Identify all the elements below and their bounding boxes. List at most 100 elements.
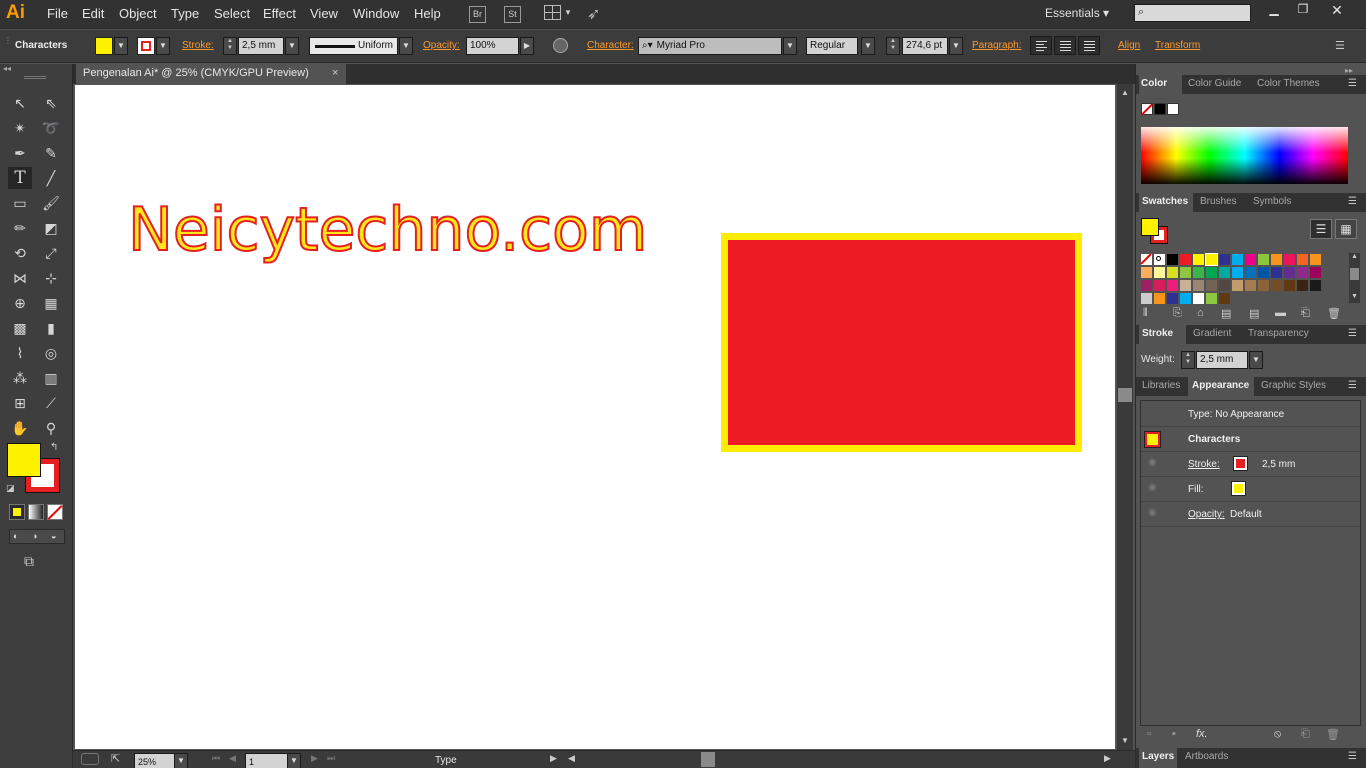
none-mode-button[interactable]: [47, 504, 63, 520]
color-swatch[interactable]: [1180, 280, 1191, 291]
font-size-stepper[interactable]: ▲ ▼: [886, 37, 900, 55]
opacity-label[interactable]: Opacity:: [423, 40, 460, 51]
fill-dropdown[interactable]: ▼: [114, 37, 128, 55]
shape-builder-tool-icon[interactable]: ⊕: [8, 292, 32, 314]
last-artboard-icon[interactable]: ⏭: [327, 753, 335, 764]
add-stroke-icon[interactable]: ▫: [1147, 728, 1151, 740]
color-swatch[interactable]: [1193, 267, 1204, 278]
swatch-libraries-icon[interactable]: ⫴: [1143, 307, 1148, 320]
menu-help[interactable]: Help: [414, 6, 441, 21]
draw-behind-icon[interactable]: ◑: [32, 531, 37, 541]
color-swatch[interactable]: [1193, 293, 1204, 304]
eyedropper-tool-icon[interactable]: ⌇: [8, 342, 32, 364]
color-panel-menu-icon[interactable]: ☰: [1348, 78, 1358, 89]
tab-graphic-styles[interactable]: Graphic Styles: [1261, 380, 1343, 391]
vertical-scrollbar[interactable]: ▲ ▼: [1117, 84, 1133, 750]
tab-layers[interactable]: Layers: [1142, 751, 1174, 762]
default-fill-stroke-icon[interactable]: ◪: [6, 483, 15, 494]
color-swatch[interactable]: [1310, 254, 1321, 265]
color-swatch[interactable]: [1232, 280, 1243, 291]
menu-view[interactable]: View: [310, 6, 338, 21]
lasso-tool-icon[interactable]: ➰: [39, 117, 63, 139]
zoom-dropdown[interactable]: ▼: [174, 753, 188, 768]
zoom-field[interactable]: 25%: [134, 753, 176, 768]
gpu-performance-icon[interactable]: ➶: [587, 4, 600, 24]
font-family-field[interactable]: ⌕▾ Myriad Pro: [638, 37, 782, 55]
transform-link[interactable]: Transform: [1155, 40, 1200, 51]
rectangle-tool-icon[interactable]: ▭: [8, 192, 32, 214]
stroke-label[interactable]: Stroke:: [182, 40, 214, 51]
width-tool-icon[interactable]: ⋈: [8, 267, 32, 289]
color-swatch[interactable]: [1271, 254, 1282, 265]
curvature-tool-icon[interactable]: ✎: [39, 142, 63, 164]
color-swatch[interactable]: [1232, 254, 1243, 265]
tab-color[interactable]: Color: [1141, 78, 1167, 89]
black-swatch[interactable]: [1154, 103, 1166, 115]
menu-object[interactable]: Object: [119, 6, 157, 21]
appearance-row-type[interactable]: Type: No Appearance: [1141, 402, 1360, 427]
eye-icon[interactable]: ◉: [1148, 457, 1157, 468]
weight-field[interactable]: 2,5 mm: [1196, 351, 1248, 369]
swatch-grid[interactable]: [1140, 253, 1347, 304]
scroll-up-icon[interactable]: ▲: [1351, 253, 1358, 260]
appearance-row-fill[interactable]: ◉ Fill:: [1141, 477, 1360, 502]
color-swatch[interactable]: [1297, 267, 1308, 278]
swatch-fill-indicator[interactable]: [1141, 218, 1159, 236]
workspace-switcher[interactable]: Essentials ▾: [1045, 6, 1109, 20]
gradient-mode-button[interactable]: [28, 504, 44, 520]
scroll-left-icon[interactable]: ◀: [568, 753, 575, 764]
eraser-tool-icon[interactable]: ◩: [39, 217, 63, 239]
color-swatch[interactable]: [1180, 293, 1191, 304]
mesh-tool-icon[interactable]: ▩: [8, 317, 32, 339]
color-swatch[interactable]: [1284, 254, 1295, 265]
color-swatch[interactable]: [1154, 280, 1165, 291]
color-swatch[interactable]: [1193, 280, 1204, 291]
slice-tool-icon[interactable]: ⟋: [39, 392, 63, 414]
add-fill-icon[interactable]: ▪: [1172, 728, 1176, 740]
pencil-tool-icon[interactable]: ✏: [8, 217, 32, 239]
minimize-button[interactable]: ▁: [1263, 2, 1285, 20]
color-swatch[interactable]: [1180, 267, 1191, 278]
vertical-scroll-thumb[interactable]: [1118, 388, 1132, 402]
draw-inside-icon[interactable]: ◒: [51, 531, 56, 541]
status-menu-icon[interactable]: ▶: [550, 753, 557, 764]
menu-select[interactable]: Select: [214, 6, 250, 21]
tab-artboards[interactable]: Artboards: [1185, 751, 1228, 762]
scroll-right-icon[interactable]: ▶: [1104, 753, 1111, 764]
scroll-down-icon[interactable]: ▼: [1121, 736, 1129, 745]
appearance-row-opacity[interactable]: ◉ Opacity: Default: [1141, 502, 1360, 527]
align-center-button[interactable]: [1054, 36, 1076, 55]
tab-brushes[interactable]: Brushes: [1200, 196, 1237, 207]
free-transform-tool-icon[interactable]: ⊹: [39, 267, 63, 289]
color-swatch[interactable]: [1232, 267, 1243, 278]
line-tool-icon[interactable]: ╱: [39, 167, 63, 189]
bridge-button[interactable]: Br: [469, 6, 486, 23]
first-artboard-icon[interactable]: ⏮: [212, 753, 220, 764]
magic-wand-tool-icon[interactable]: ✴: [8, 117, 32, 139]
color-mode-button[interactable]: [9, 504, 25, 520]
color-swatch[interactable]: [1154, 293, 1165, 304]
collapse-toolbox-icon[interactable]: ◂◂: [3, 64, 11, 73]
draw-normal-icon[interactable]: ◐: [13, 531, 18, 541]
color-swatch[interactable]: [1271, 280, 1282, 291]
new-group-icon[interactable]: ▬: [1275, 307, 1286, 319]
color-swatch[interactable]: [1141, 293, 1152, 304]
character-label[interactable]: Character:: [587, 40, 634, 51]
document-tab[interactable]: Pengenalan Ai* @ 25% (CMYK/GPU Preview) …: [76, 64, 346, 84]
font-style-field[interactable]: Regular: [806, 37, 858, 55]
color-swatch[interactable]: [1310, 280, 1321, 291]
color-swatch[interactable]: [1141, 280, 1152, 291]
color-swatch[interactable]: [1154, 267, 1165, 278]
menu-file[interactable]: File: [47, 6, 68, 21]
close-tab-button[interactable]: ×: [332, 67, 338, 79]
help-search-input[interactable]: ⌕: [1134, 4, 1251, 22]
menu-type[interactable]: Type: [171, 6, 199, 21]
add-effect-button[interactable]: fx.: [1196, 728, 1208, 740]
appearance-fill-swatch[interactable]: [1231, 481, 1246, 496]
swatch-scroll-thumb[interactable]: [1350, 268, 1359, 280]
scroll-down-icon[interactable]: ▼: [1351, 293, 1358, 300]
paintbrush-tool-icon[interactable]: 🖌: [39, 192, 63, 214]
stroke-dropdown[interactable]: ▼: [156, 37, 170, 55]
tab-swatches[interactable]: Swatches: [1142, 196, 1188, 207]
color-spectrum[interactable]: [1141, 127, 1348, 184]
